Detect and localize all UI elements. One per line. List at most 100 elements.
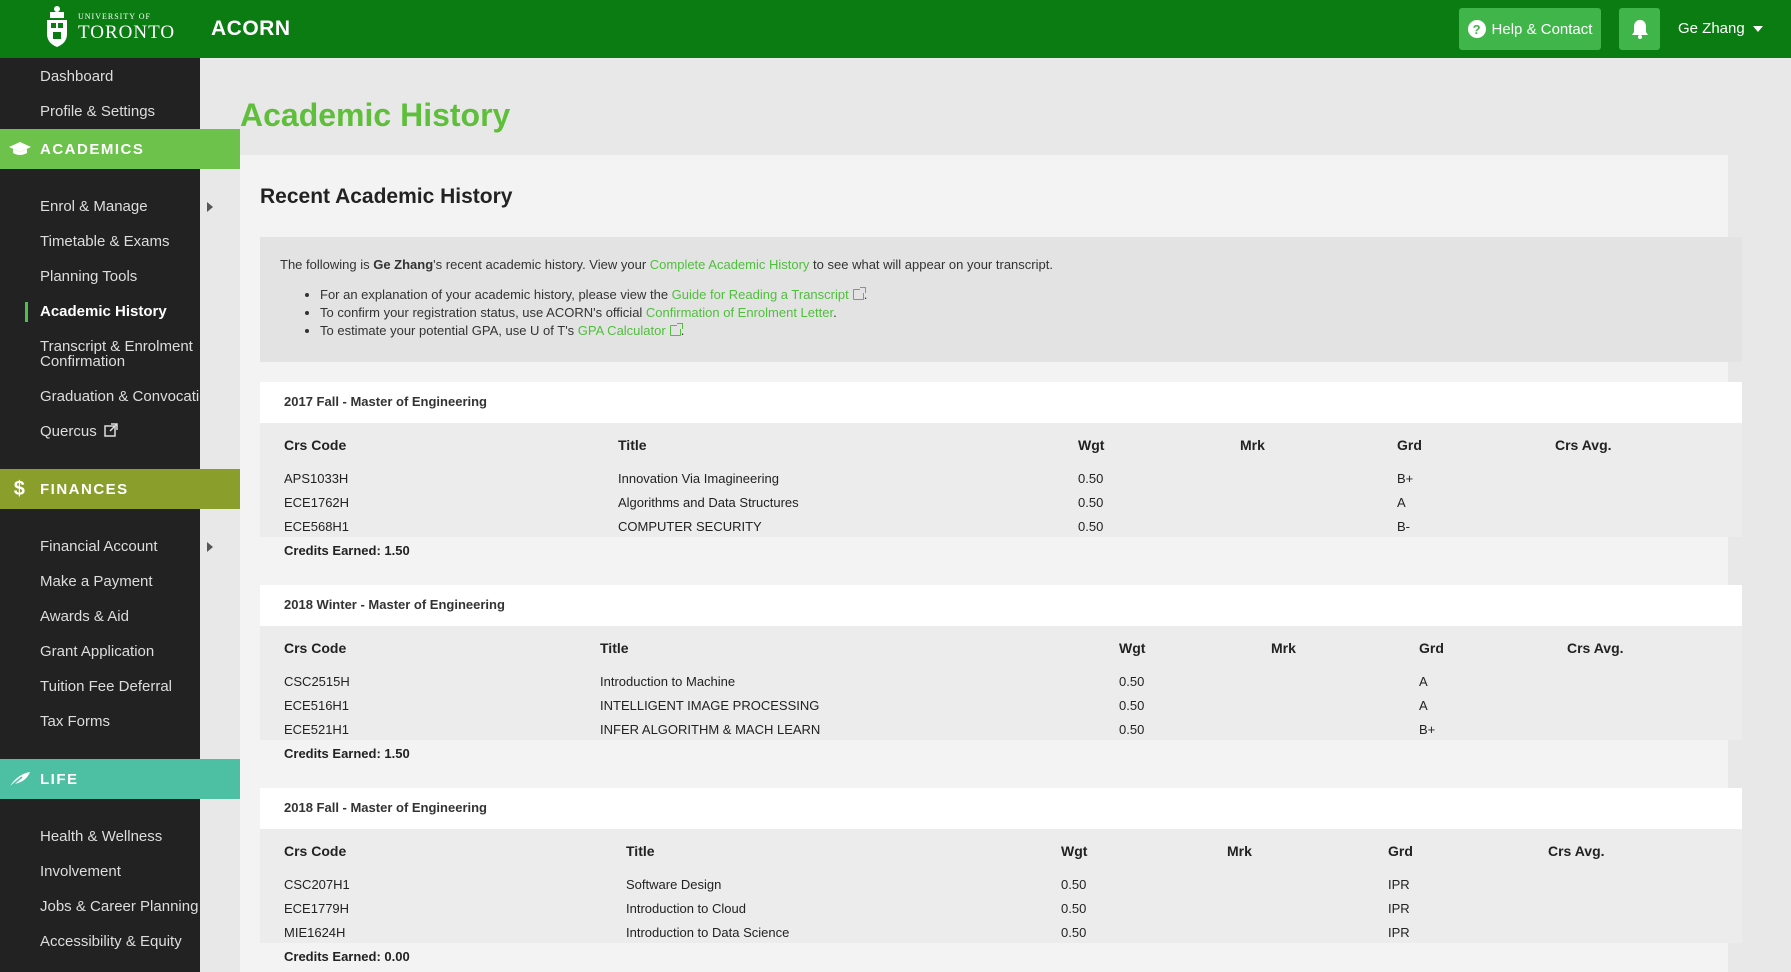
section-life[interactable]: LIFE (0, 759, 240, 799)
col-title: Title (618, 437, 647, 453)
section-finances-label: FINANCES (40, 480, 129, 498)
question-icon: ? (1467, 20, 1486, 38)
table-background (260, 626, 1742, 740)
sidebar-item-enrol-manage[interactable]: Enrol & Manage (40, 198, 148, 215)
course-wgt: 0.50 (1119, 674, 1145, 689)
section-academics-label: ACADEMICS (40, 140, 145, 158)
course-code: ECE1762H (284, 495, 350, 510)
gpa-calculator-link[interactable]: GPA Calculator (578, 323, 666, 338)
list-item: To confirm your registration status, use… (320, 304, 1722, 322)
section-academics[interactable]: ACADEMICS (0, 129, 240, 169)
course-title: Introduction to Machine (600, 674, 736, 689)
course-title: INFER ALGORITHM & MACH LEARN (600, 722, 821, 737)
sidebar: Dashboard Profile & Settings ACADEMICS E… (0, 58, 240, 972)
course-code: CSC2515H (284, 674, 350, 689)
col-crs-code: Crs Code (284, 843, 347, 859)
course-wgt: 0.50 (1061, 925, 1087, 940)
intro-text: to see what will appear on your transcri… (809, 257, 1053, 272)
list-item: To estimate your potential GPA, use U of… (320, 322, 1722, 340)
col-crs-avg: Crs Avg. (1548, 843, 1605, 859)
chevron-down-icon (1752, 25, 1763, 32)
term-block-2017-fall: 2017 Fall - Master of Engineering Crs Co… (260, 382, 1742, 583)
course-grd: B- (1397, 519, 1410, 534)
sidebar-item-tax-forms[interactable]: Tax Forms (40, 713, 110, 730)
help-contact-label: Help & Contact (1491, 20, 1593, 38)
course-code: APS1033H (284, 471, 349, 486)
external-link-icon (852, 287, 866, 300)
crest-icon (44, 6, 70, 48)
dollar-icon: $ (13, 477, 27, 500)
credits-earned: Credits Earned: 1.50 (284, 746, 410, 761)
main-panel: Recent Academic History The following is… (240, 155, 1742, 972)
chevron-right-icon (207, 202, 213, 212)
sidebar-item-financial-account[interactable]: Financial Account (40, 538, 158, 555)
col-crs-code: Crs Code (284, 640, 347, 656)
course-code: ECE521H1 (284, 722, 350, 737)
course-wgt: 0.50 (1061, 877, 1087, 892)
col-mrk: Mrk (1227, 843, 1252, 859)
course-wgt: 0.50 (1119, 698, 1145, 713)
complete-history-link[interactable]: Complete Academic History (650, 257, 810, 272)
course-code: ECE516H1 (284, 698, 350, 713)
col-grd: Grd (1388, 843, 1413, 859)
sidebar-item-academic-history[interactable]: Academic History (40, 303, 167, 320)
col-grd: Grd (1397, 437, 1422, 453)
col-title: Title (600, 640, 629, 656)
chevron-right-icon (207, 542, 213, 552)
active-indicator (25, 302, 28, 322)
course-grd: A (1397, 495, 1406, 510)
user-menu[interactable]: Ge Zhang (1678, 20, 1763, 37)
course-wgt: 0.50 (1078, 495, 1104, 510)
sidebar-item-tuition-fee-deferral[interactable]: Tuition Fee Deferral (40, 678, 172, 695)
intro-text: The following is (280, 257, 374, 272)
course-code: ECE1779H (284, 901, 350, 916)
sidebar-item-graduation-convocation[interactable]: Graduation & Convocation (40, 388, 200, 405)
sidebar-item-profile-settings[interactable]: Profile & Settings (40, 103, 155, 120)
intro-list: For an explanation of your academic hist… (320, 286, 1722, 340)
help-contact-button[interactable]: ? Help & Contact (1459, 8, 1601, 50)
list-text: For an explanation of your academic hist… (320, 287, 672, 302)
section-finances[interactable]: $ FINANCES (0, 469, 240, 509)
list-text: . (833, 305, 837, 320)
sidebar-item-awards-aid[interactable]: Awards & Aid (40, 608, 129, 625)
sidebar-item-accessibility-equity[interactable]: Accessibility & Equity (40, 933, 182, 950)
course-grd: A (1419, 698, 1428, 713)
course-code: CSC207H1 (284, 877, 350, 892)
logo-big-text: TORONTO (78, 21, 176, 43)
sidebar-item-health-wellness[interactable]: Health & Wellness (40, 828, 162, 845)
course-wgt: 0.50 (1078, 519, 1104, 534)
credits-earned: Credits Earned: 0.00 (284, 949, 410, 964)
sidebar-item-make-payment[interactable]: Make a Payment (40, 573, 153, 590)
course-grd: IPR (1388, 901, 1410, 916)
term-title: 2018 Winter - Master of Engineering (260, 585, 1742, 626)
external-link-icon (104, 423, 118, 437)
course-title: INTELLIGENT IMAGE PROCESSING (600, 698, 820, 713)
sidebar-item-involvement[interactable]: Involvement (40, 863, 121, 880)
enrolment-letter-link[interactable]: Confirmation of Enrolment Letter (646, 305, 833, 320)
col-mrk: Mrk (1271, 640, 1296, 656)
user-name: Ge Zhang (1678, 20, 1745, 37)
sidebar-item-transcript-line2[interactable]: Confirmation (40, 353, 125, 370)
sidebar-item-dashboard[interactable]: Dashboard (40, 68, 113, 85)
course-wgt: 0.50 (1078, 471, 1104, 486)
course-grd: IPR (1388, 925, 1410, 940)
course-grd: B+ (1397, 471, 1414, 486)
col-crs-avg: Crs Avg. (1555, 437, 1612, 453)
course-title: Algorithms and Data Structures (618, 495, 799, 510)
uoft-logo[interactable]: University of TORONTO (44, 6, 175, 48)
col-wgt: Wgt (1061, 843, 1088, 859)
course-title: COMPUTER SECURITY (618, 519, 762, 534)
sidebar-item-grant-application[interactable]: Grant Application (40, 643, 154, 660)
course-grd: B+ (1419, 722, 1436, 737)
sidebar-item-planning-tools[interactable]: Planning Tools (40, 268, 137, 285)
app-name[interactable]: ACORN (211, 17, 291, 41)
guide-transcript-link[interactable]: Guide for Reading a Transcript (672, 287, 849, 302)
sidebar-item-jobs-career[interactable]: Jobs & Career Planning (40, 898, 198, 915)
col-mrk: Mrk (1240, 437, 1265, 453)
notifications-button[interactable] (1619, 8, 1660, 50)
course-grd: A (1419, 674, 1428, 689)
sidebar-item-timetable-exams[interactable]: Timetable & Exams (40, 233, 170, 250)
col-crs-avg: Crs Avg. (1567, 640, 1624, 656)
external-link-icon (669, 323, 683, 336)
sidebar-item-quercus[interactable]: Quercus (40, 423, 118, 440)
